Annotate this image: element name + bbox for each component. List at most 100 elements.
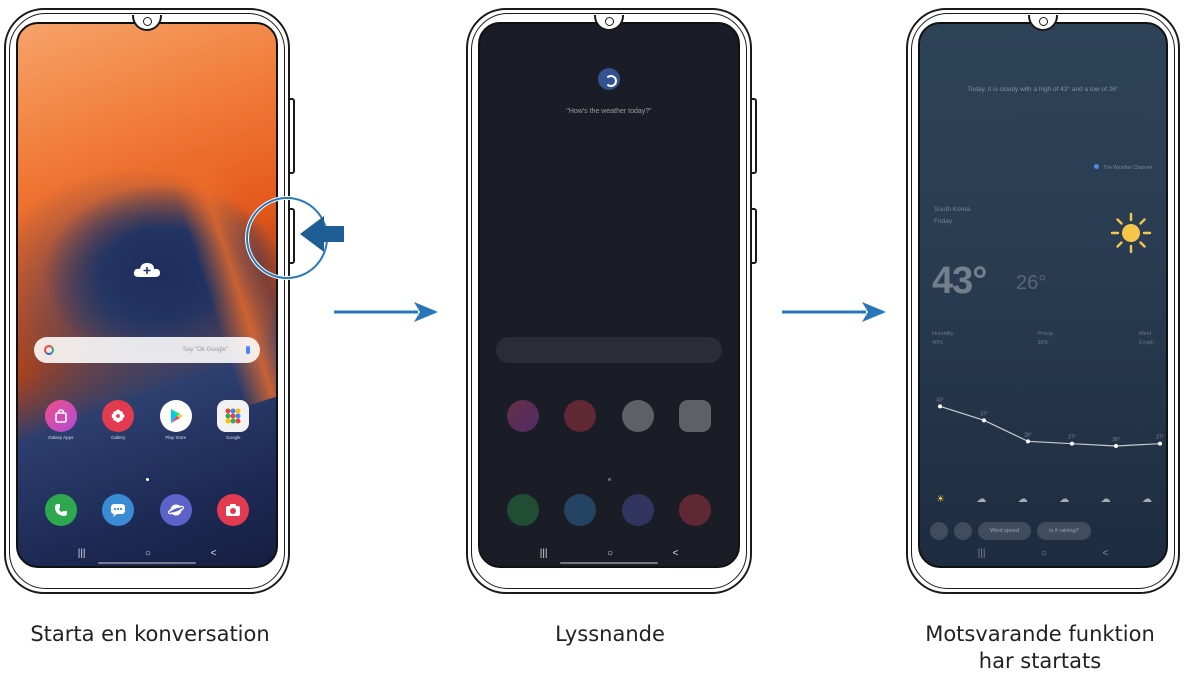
caption-function-started: Motsvarande funktion har startats [925,622,1155,673]
dock-row [494,494,724,526]
app-phone[interactable] [39,494,83,526]
google-folder-icon [217,400,250,432]
home-button[interactable]: ○ [607,548,613,559]
keyboard-icon[interactable] [930,522,948,540]
forecast-icon: ☁ [1100,494,1111,505]
recents-button[interactable]: ||| [540,548,548,559]
cloud-plus-icon[interactable] [133,262,161,278]
back-button[interactable]: < [210,548,216,559]
press-side-key-indicator [245,196,344,280]
app-row-1: Galaxy Apps Gallery Play Store Google [32,400,262,440]
internet-icon [621,494,654,526]
forecast-temp-label: 37° [980,411,988,417]
press-arrow-icon [300,216,344,252]
low-temperature: 26° [1016,272,1047,294]
recents-button[interactable]: ||| [78,548,86,559]
forecast-icon: ☀ [936,494,945,505]
messages-icon [102,494,135,526]
volume-button [290,98,295,174]
weather-summary: Today, it is cloudy with a high of 43° a… [967,86,1119,93]
weather-day: Friday [934,218,953,225]
flower-icon [564,400,597,432]
suggestion-chip[interactable]: Is it raining? [1037,522,1091,540]
phone-frame-listening: "How's the weather today?" ||| ○ < [466,8,757,594]
app-label: Google [225,435,241,440]
forecast-point [1070,441,1074,446]
phone-icon [506,494,539,526]
home-button[interactable]: ○ [145,548,151,559]
camera-icon [217,494,250,526]
app-label: Gallery [111,435,126,440]
app-camera[interactable] [211,494,255,526]
forecast-line [939,405,1161,447]
recents-button[interactable]: ||| [978,548,986,559]
volume-button [752,98,757,174]
google-folder-icon [679,400,712,432]
shopping-bag-icon [44,400,77,432]
bixby-icon [598,68,620,90]
google-search-bar[interactable]: Say "Ok Google" [34,337,260,363]
forecast-temp-label: 27° [1156,435,1164,441]
dock-row [32,494,262,526]
bixby-listening-screen: "How's the weather today?" ||| ○ < [478,22,740,568]
back-button[interactable]: < [672,548,678,559]
search-placeholder: Say "Ok Google" [183,347,228,353]
bixby-button-icon[interactable] [954,522,972,540]
weather-attribution: The Weather Channel [1094,164,1152,171]
forecast-icon: ☁ [1059,494,1070,505]
navigation-bar: ||| ○ < [48,546,246,560]
play-store-icon [159,400,192,432]
forecast-point [1158,441,1162,446]
navigation-bar: ||| ○ < [510,546,708,560]
stat-precip: Precip. 38% [1037,331,1055,346]
forecast-temp-label: 27° [1068,435,1076,441]
google-search-bar [496,337,722,363]
phone-frame-result: Today, it is cloudy with a high of 43° a… [906,8,1180,594]
step-arrow-icon [334,302,438,322]
forecast-point [982,418,986,423]
caption-start-conversation: Starta en konversation [30,622,270,646]
app-google-folder[interactable]: Google [211,400,255,440]
page-indicator [607,478,611,481]
forecast-icon: ☁ [1142,494,1152,505]
stat-humidity: Humidity 40% [932,331,954,346]
forecast-icon: ☁ [1017,494,1028,505]
back-button[interactable]: < [1102,548,1108,559]
app-row-1 [494,400,724,432]
step-arrow-icon [782,302,886,322]
forecast-point [938,404,942,409]
app-gallery[interactable]: Gallery [96,400,140,440]
flower-icon [102,400,135,432]
phone-icon [44,494,77,526]
forecast-icons: ☀ ☁ ☁ ☁ ☁ ☁ [936,494,1152,505]
home-button[interactable]: ○ [1041,548,1047,559]
forecast-temp-label: 26° [1112,437,1120,443]
play-store-icon [621,400,654,432]
stat-wind: Wind 3 mph [1138,331,1154,346]
side-key-button[interactable] [752,208,757,264]
suggestion-bar: Wind speed Is it raining? [930,522,1158,540]
home-screen: Say "Ok Google" Galaxy Apps Gallery Play… [16,22,278,568]
forecast-point [1114,444,1118,448]
app-galaxy-apps[interactable]: Galaxy Apps [39,400,83,440]
forecast-temp-label: 28° [1024,432,1032,438]
google-logo-icon [44,345,54,355]
suggestion-chip[interactable]: Wind speed [978,522,1032,540]
mic-icon[interactable] [246,346,250,354]
home-indicator [98,562,196,564]
weather-location: South Korea Friday [934,204,970,228]
app-play-store[interactable]: Play Store [154,400,198,440]
current-temperature: 43° [932,260,987,302]
location-name: South Korea [934,206,971,213]
navigation-bar: ||| ○ < [950,546,1136,560]
messages-icon [564,494,597,526]
caption-listening: Lyssnande [555,622,665,646]
forecast-temp-label: 43° [936,397,944,403]
internet-icon [159,494,192,526]
app-messages[interactable] [96,494,140,526]
app-internet[interactable] [154,494,198,526]
app-label: Play Store [165,435,187,440]
forecast-line-chart: 43° 37° 28° 27° 26° 27° [936,397,1164,448]
weather-stats: Humidity 40% Precip. 38% Wind 3 mph [932,330,1154,348]
forecast-icon: ☁ [976,494,987,505]
